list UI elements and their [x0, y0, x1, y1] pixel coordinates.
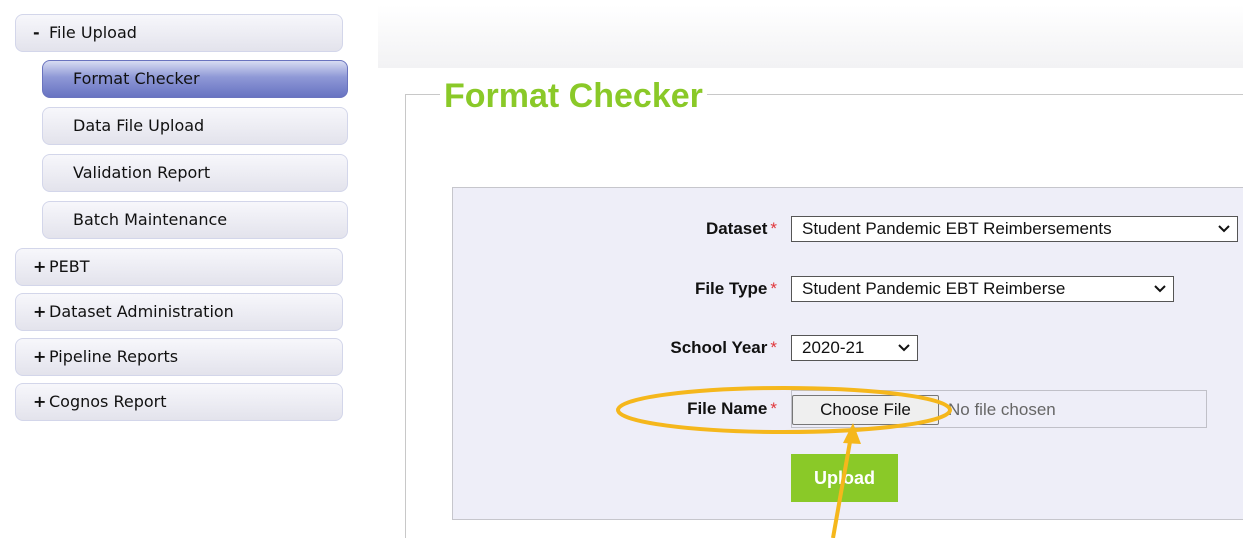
chevron-down-icon: [897, 336, 911, 367]
dataset-value: Student Pandemic EBT Reimbersements: [802, 219, 1112, 238]
file-input: Choose File No file chosen: [791, 390, 1207, 428]
file-type-label: File Type *: [694, 279, 777, 298]
sidebar-item-label: File Upload: [49, 23, 137, 42]
dataset-label: Dataset *: [705, 219, 777, 238]
required-marker: *: [770, 219, 777, 238]
sidebar-item-pipeline-reports[interactable]: + Pipeline Reports: [15, 338, 343, 376]
file-name-row: File Name * Choose File No file chosen: [453, 390, 1243, 428]
sidebar-item-label: Cognos Report: [49, 392, 167, 411]
file-name-label: File Name *: [687, 399, 777, 418]
required-marker: *: [770, 338, 777, 357]
sidebar-item-data-file-upload[interactable]: Data File Upload: [42, 107, 348, 145]
expand-icon: +: [33, 302, 47, 321]
file-type-row: File Type * Student Pandemic EBT Reimbers…: [453, 274, 1243, 304]
school-year-value: 2020-21: [802, 338, 865, 357]
chevron-down-icon: [1217, 217, 1231, 248]
sidebar-item-pebt[interactable]: + PEBT: [15, 248, 343, 286]
page-title: Format Checker: [440, 74, 707, 118]
sidebar-item-label: Format Checker: [73, 69, 200, 88]
expand-icon: +: [33, 392, 47, 411]
sidebar-item-file-upload[interactable]: - File Upload: [15, 14, 343, 52]
choose-file-button[interactable]: Choose File: [792, 395, 939, 425]
sidebar-item-label: Validation Report: [73, 163, 211, 182]
sidebar-item-label: Batch Maintenance: [73, 210, 228, 229]
sidebar-nav: - File Upload Format Checker Data File Up…: [0, 0, 360, 538]
dataset-row: Dataset * Student Pandemic EBT Reimbersem…: [453, 214, 1243, 244]
sidebar-item-batch-maintenance[interactable]: Batch Maintenance: [42, 201, 348, 239]
fieldset-border: [405, 94, 406, 538]
dataset-select[interactable]: Student Pandemic EBT Reimbersements: [791, 216, 1238, 242]
school-year-select[interactable]: 2020-21: [791, 335, 918, 361]
collapse-icon: -: [33, 23, 40, 42]
sidebar-item-label: Dataset Administration: [49, 302, 234, 321]
sidebar-item-label: Data File Upload: [73, 116, 205, 135]
sidebar-item-label: Pipeline Reports: [49, 347, 179, 366]
sidebar-item-cognos-report[interactable]: + Cognos Report: [15, 383, 343, 421]
school-year-row: School Year * 2020-21: [453, 333, 1243, 363]
expand-icon: +: [33, 257, 47, 276]
required-marker: *: [770, 399, 777, 418]
sidebar-item-validation-report[interactable]: Validation Report: [42, 154, 348, 192]
required-marker: *: [770, 279, 777, 298]
sidebar-item-format-checker[interactable]: Format Checker: [42, 60, 348, 98]
file-status-text: No file chosen: [948, 400, 1056, 419]
upload-button[interactable]: Upload: [791, 454, 898, 502]
file-type-select[interactable]: Student Pandemic EBT Reimberse: [791, 276, 1174, 302]
sidebar-item-label: PEBT: [49, 257, 90, 276]
file-type-value: Student Pandemic EBT Reimberse: [802, 279, 1066, 298]
expand-icon: +: [33, 347, 47, 366]
main-header-bar: [378, 5, 1243, 68]
school-year-label: School Year *: [670, 338, 777, 357]
sidebar-item-dataset-administration[interactable]: + Dataset Administration: [15, 293, 343, 331]
chevron-down-icon: [1153, 277, 1167, 308]
